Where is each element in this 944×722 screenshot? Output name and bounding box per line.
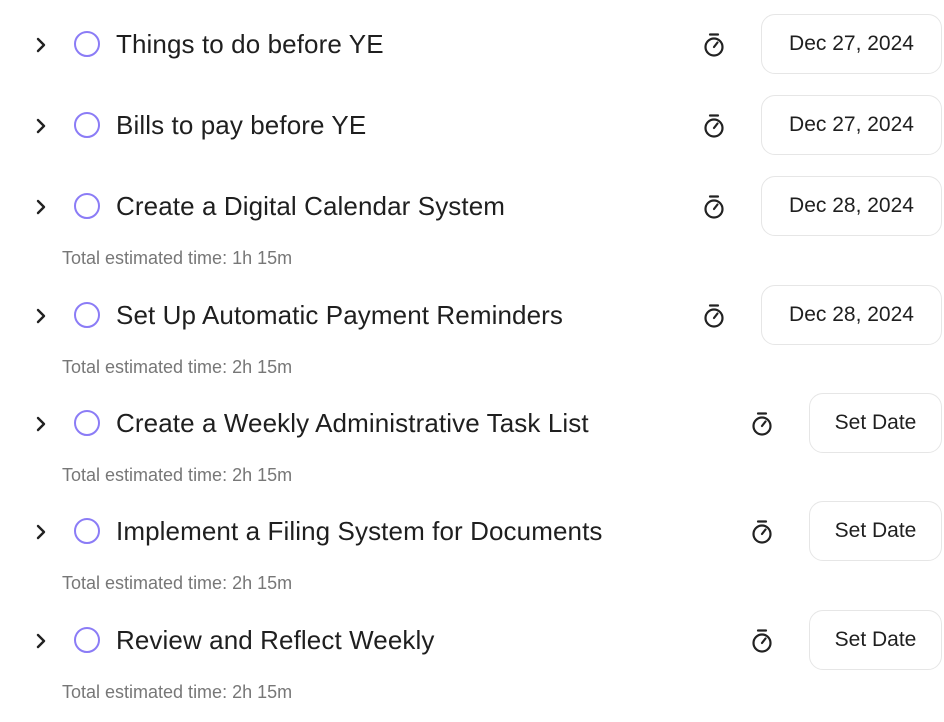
due-date-button[interactable]: Dec 27, 2024 [761, 14, 942, 74]
stopwatch-icon[interactable] [701, 194, 727, 220]
complete-checkbox[interactable] [74, 302, 100, 328]
task-list: Things to do before YE Dec 27, 2024 Bill… [0, 0, 944, 722]
complete-checkbox[interactable] [74, 627, 100, 653]
estimated-time: Total estimated time: 2h 15m [62, 357, 293, 377]
estimated-time: Total estimated time: 2h 15m [62, 682, 293, 702]
task-title[interactable]: Implement a Filing System for Documents [116, 513, 603, 549]
task-title[interactable]: Bills to pay before YE [116, 107, 366, 143]
stopwatch-icon[interactable] [701, 113, 727, 139]
complete-checkbox[interactable] [74, 31, 100, 57]
stopwatch-icon[interactable] [701, 303, 727, 329]
chevron-right-icon[interactable] [29, 114, 53, 138]
chevron-right-icon[interactable] [29, 33, 53, 57]
set-date-button[interactable]: Set Date [809, 393, 942, 453]
chevron-right-icon[interactable] [29, 304, 53, 328]
complete-checkbox[interactable] [74, 518, 100, 544]
estimated-time: Total estimated time: 1h 15m [62, 248, 293, 268]
task-row: Review and Reflect Weekly Set Date [0, 610, 944, 672]
task-row: Create a Weekly Administrative Task List… [0, 393, 944, 455]
due-date-button[interactable]: Dec 27, 2024 [761, 95, 942, 155]
stopwatch-icon[interactable] [701, 32, 727, 58]
estimated-time: Total estimated time: 2h 15m [62, 465, 293, 485]
task-row: Create a Digital Calendar System Dec 28,… [0, 176, 944, 238]
chevron-right-icon[interactable] [29, 629, 53, 653]
set-date-button[interactable]: Set Date [809, 610, 942, 670]
task-row: Implement a Filing System for Documents … [0, 501, 944, 563]
due-date-button[interactable]: Dec 28, 2024 [761, 285, 942, 345]
task-title[interactable]: Create a Weekly Administrative Task List [116, 405, 589, 441]
stopwatch-icon[interactable] [749, 519, 775, 545]
task-row: Set Up Automatic Payment Reminders Dec 2… [0, 285, 944, 347]
task-title[interactable]: Create a Digital Calendar System [116, 188, 505, 224]
estimated-time: Total estimated time: 2h 15m [62, 573, 293, 593]
set-date-button[interactable]: Set Date [809, 501, 942, 561]
stopwatch-icon[interactable] [749, 628, 775, 654]
task-title[interactable]: Set Up Automatic Payment Reminders [116, 297, 563, 333]
task-title[interactable]: Things to do before YE [116, 26, 384, 62]
stopwatch-icon[interactable] [749, 411, 775, 437]
chevron-right-icon[interactable] [29, 412, 53, 436]
complete-checkbox[interactable] [74, 410, 100, 436]
complete-checkbox[interactable] [74, 193, 100, 219]
task-row: Things to do before YE Dec 27, 2024 [0, 14, 944, 76]
chevron-right-icon[interactable] [29, 520, 53, 544]
complete-checkbox[interactable] [74, 112, 100, 138]
due-date-button[interactable]: Dec 28, 2024 [761, 176, 942, 236]
chevron-right-icon[interactable] [29, 195, 53, 219]
task-row: Bills to pay before YE Dec 27, 2024 [0, 95, 944, 157]
task-title[interactable]: Review and Reflect Weekly [116, 622, 435, 658]
